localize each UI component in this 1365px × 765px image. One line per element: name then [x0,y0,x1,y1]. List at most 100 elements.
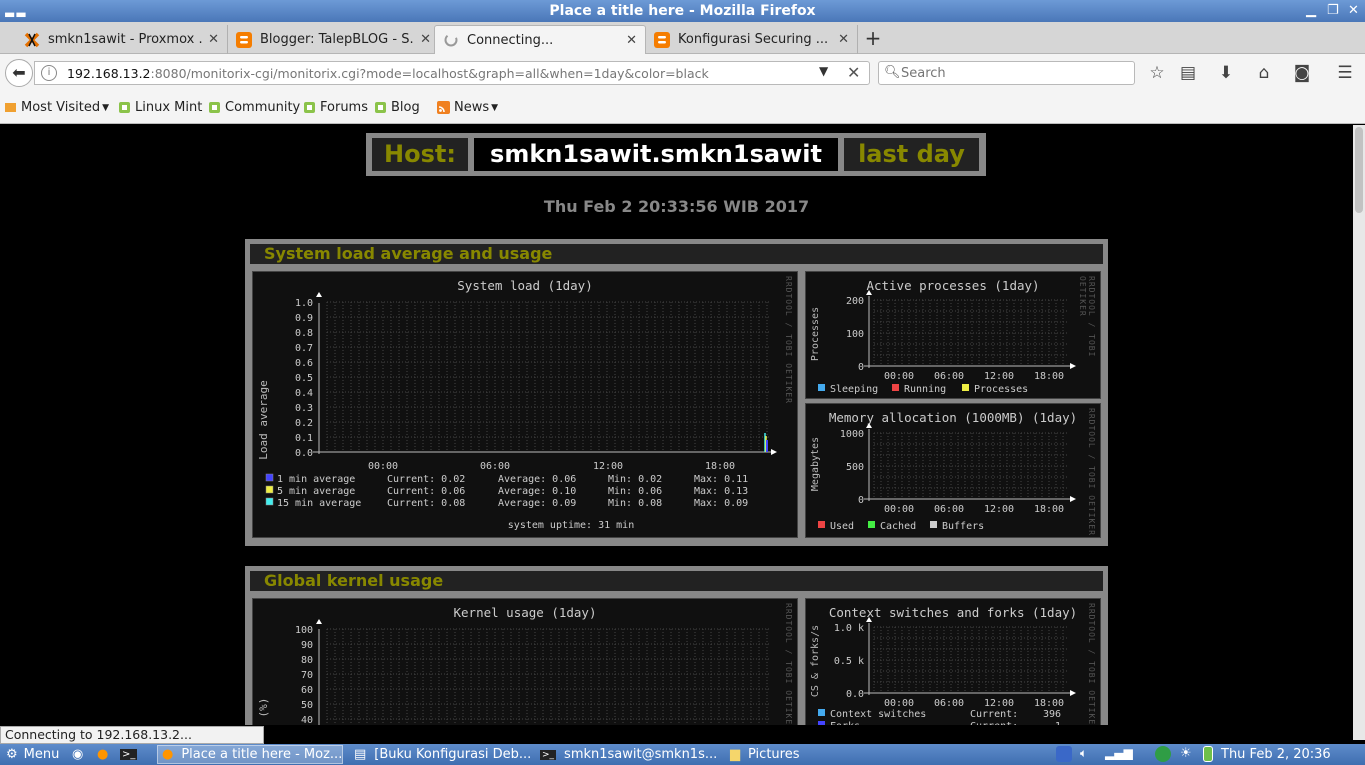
bookmark-label: Linux Mint [135,100,203,115]
proxmox-icon [24,32,40,47]
y-tick-label: 0.4 [295,388,313,399]
firefox-icon: ● [97,747,109,762]
home-icon[interactable]: ⌂ [1253,62,1275,84]
new-tab-button[interactable]: + [862,26,884,50]
launcher-show-desktop[interactable]: ◉ [72,744,83,765]
window-label: Pictures [748,747,800,762]
period-label: last day [844,138,979,171]
maximize-button[interactable]: ❐ [1327,0,1339,22]
scrollbar-thumb[interactable] [1355,127,1363,213]
back-button[interactable]: ⬅ [5,59,33,87]
y-tick-label: 0.3 [295,403,313,414]
x-tick-label: 12:00 [593,461,623,472]
tab-blogger[interactable]: Blogger: TalepBLOG - S... ✕ [228,25,440,54]
bookmark-news[interactable]: News ▼ [437,100,498,115]
network-globe-icon[interactable] [1155,746,1171,762]
y-tick-label: 0.5 [295,373,313,384]
legend-name: Used [830,521,854,532]
bookmark-most-visited[interactable]: Most Visited ▼ [4,100,109,115]
y-tick-label: 80 [301,655,313,666]
tab-konfigurasi[interactable]: Konfigurasi Securing ... ✕ [646,25,858,54]
uptime-text: system uptime: 31 min [508,520,634,531]
site-info-icon[interactable]: i [41,65,57,81]
hamburger-menu-icon[interactable]: ☰ [1334,62,1356,84]
legend-swatch [265,473,274,482]
start-menu-button[interactable]: ⚙ Menu [6,744,59,765]
tab-label: Konfigurasi Securing ... [678,32,829,47]
active-processes-graph: Active processes (1day) RRDTOOL / TOBI O… [805,271,1101,399]
y-tick-label: 0.0 [295,448,313,459]
page-scrollbar[interactable] [1353,125,1365,740]
y-tick-label: 0.5 k [834,656,864,667]
downloads-icon[interactable]: ⬇ [1215,62,1237,84]
y-tick-label: 70 [301,670,313,681]
launcher-firefox[interactable]: ● [97,744,108,765]
taskbar-window-terminal[interactable]: >_ smkn1sawit@smkn1s... [536,745,720,764]
tab-close-icon[interactable]: ✕ [838,32,849,47]
url-text[interactable]: 192.168.13.2:8080/monitorix-cgi/monitori… [67,66,709,81]
brightness-icon[interactable]: ☀ [1180,746,1196,762]
x-tick-label: 00:00 [884,371,914,382]
legend-name: 15 min average [277,498,361,509]
search-icon: 🔍︎ [884,65,901,80]
rss-feed-icon [437,101,450,114]
tab-close-icon[interactable]: ✕ [626,33,637,48]
legend-name: Processes [974,384,1028,395]
y-tick-label: 40 [301,715,313,725]
search-input[interactable] [901,64,1129,82]
legend-name: Buffers [942,521,984,532]
kernel-usage-graph: Kernel usage (1day) RRDTOOL / TOBI OETIK… [252,598,798,725]
gear-menu-icon: ⚙ [6,747,18,762]
y-tick-label: 0.0 [846,689,864,700]
pocket-icon[interactable]: ◙ [1291,62,1313,84]
taskbar-window-document[interactable]: ▤ [Buku Konfigurasi Deb... [350,745,532,764]
legend-swatch [265,485,274,494]
bookmark-community[interactable]: Community [208,100,300,115]
legend-swatch [818,709,825,716]
network-signal-icon[interactable]: ▂▄▆ [1105,746,1133,762]
tab-proxmox[interactable]: smkn1sawit - Proxmox ... ✕ [16,25,228,54]
url-dropdown-icon[interactable]: ▼ [819,64,828,78]
y-tick-label: 1000 [840,429,864,440]
load-x-ticks: 00:00 06:00 12:00 18:00 [368,461,735,472]
close-window-button[interactable]: ✕ [1348,0,1359,22]
bookmark-forums[interactable]: Forums [303,100,368,115]
x-tick-label: 12:00 [984,504,1014,515]
launcher-terminal[interactable]: >_ [120,744,138,765]
taskbar-window-firefox[interactable]: ● Place a title here - Moz... [157,745,343,764]
bookmark-label: Blog [391,100,420,115]
window-title-bar: ▬▬ Place a title here - Mozilla Firefox … [0,0,1365,22]
tab-close-icon[interactable]: ✕ [420,32,431,47]
legend-max: Max: 0.11 [694,474,748,485]
bookmark-linux-mint[interactable]: Linux Mint [118,100,202,115]
status-overlay: Connecting to 192.168.13.2... [0,726,264,744]
kernel-usage-section: Global kernel usage Kernel usage (1day) … [245,566,1108,725]
x-tick-label: 12:00 [984,371,1014,382]
volume-icon[interactable]: 🔈︎ [1080,746,1096,762]
section-title: System load average and usage [250,244,1103,264]
tab-connecting[interactable]: Connecting... ✕ [434,25,646,54]
battery-icon[interactable] [1203,746,1213,762]
taskbar-window-pictures[interactable]: ▆ Pictures [726,745,826,764]
taskbar-clock[interactable]: Thu Feb 2, 20:36 [1221,744,1331,765]
shield-icon[interactable] [1056,746,1072,762]
bookmark-blog[interactable]: Blog [374,100,420,115]
x-tick-label: 18:00 [705,461,735,472]
tab-close-icon[interactable]: ✕ [208,32,219,47]
x-tick-label: 18:00 [1034,371,1064,382]
y-tick-label: 0.6 [295,358,313,369]
window-label: [Buku Konfigurasi Deb... [374,747,532,762]
legend-current: Current: 0.06 [387,486,465,497]
stop-loading-icon[interactable]: ✕ [847,63,860,82]
reading-list-icon[interactable]: ▤ [1177,62,1199,84]
legend-name: Context switches [830,709,926,720]
y-tick-label: 100 [846,329,864,340]
x-tick-label: 00:00 [368,461,398,472]
search-bar[interactable]: 🔍︎ [878,61,1135,85]
bookmark-label: News [454,100,490,115]
minimize-button[interactable]: ▁ [1306,0,1316,22]
url-bar[interactable]: i 192.168.13.2:8080/monitorix-cgi/monito… [34,61,870,85]
system-load-section: System load average and usage System loa… [245,239,1108,546]
bookmark-star-icon[interactable]: ☆ [1146,62,1168,84]
y-tick-label: 60 [301,685,313,696]
